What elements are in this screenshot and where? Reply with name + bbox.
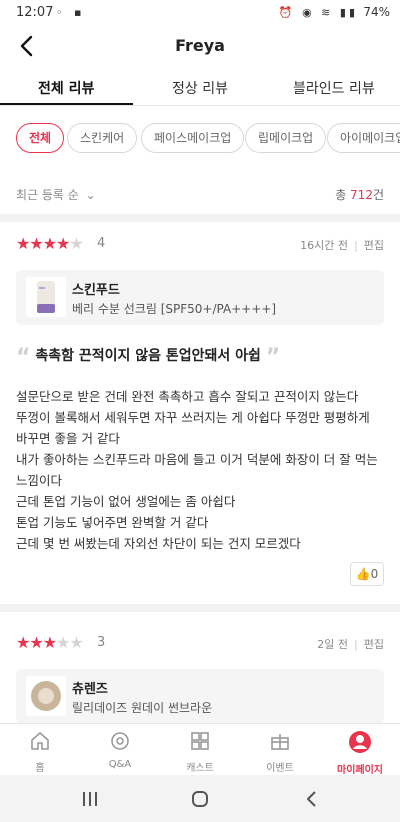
rating-number: 4 <box>97 236 106 251</box>
system-navigation-bar <box>0 775 400 822</box>
like-count: 0 <box>370 567 379 581</box>
user-icon <box>349 731 371 753</box>
total-count: 총 712건 <box>335 186 384 203</box>
product-thumbnail <box>26 676 66 716</box>
product-card[interactable]: 츄렌즈 릴리데이즈 원데이 썬브라운 <box>16 669 384 724</box>
review-time: 2일 전 <box>317 638 349 651</box>
status-time: 12:07 <box>16 5 54 20</box>
section-divider <box>0 604 400 612</box>
star-icon: ★ <box>69 633 83 652</box>
star-icon: ★ <box>16 633 30 652</box>
nav-label: 홈 <box>35 763 45 774</box>
product-name: 릴리데이즈 원데이 썬브라운 <box>72 701 213 715</box>
star-icon: ★ <box>16 234 30 253</box>
nav-mypage[interactable]: 마이페이지 <box>325 730 395 776</box>
product-name: 베리 수분 선크림 [SPF50+/PA++++] <box>72 302 277 316</box>
battery-level: 74% <box>363 5 390 19</box>
qa-icon <box>111 732 129 750</box>
review-time: 16시간 전 <box>300 239 349 252</box>
star-icon: ★ <box>42 234 57 253</box>
thumbs-up-icon: 👍 <box>355 567 371 581</box>
review-meta: 16시간 전 | 편집 <box>300 239 384 252</box>
star-rating: ★★★★★ <box>16 633 84 652</box>
nav-label: 마이페이지 <box>337 765 383 776</box>
notification-icons: ◦ ▪ <box>56 6 86 19</box>
tab-normal-reviews[interactable]: 정상 리뷰 <box>172 78 228 98</box>
review-body-line: 뚜껑이 볼록해서 세워두면 자꾸 쓰러지는 게 아쉽다 뚜껑만 평평하게 <box>16 410 370 425</box>
total-prefix: 총 <box>335 188 351 202</box>
bottom-navigation: 홈 Q&A 캐스트 이벤트 마이페이지 <box>0 723 400 776</box>
nav-label: Q&A <box>108 759 132 770</box>
star-icon: ★ <box>42 633 57 652</box>
total-number: 712 <box>350 188 373 202</box>
edit-link[interactable]: 편집 <box>364 638 384 651</box>
star-icon: ★ <box>29 633 43 652</box>
nav-label: 이벤트 <box>266 763 294 774</box>
chip-eye-makeup[interactable]: 아이메이크업 <box>327 123 400 153</box>
review-tabs: 전체 리뷰 정상 리뷰 블라인드 리뷰 <box>0 66 400 106</box>
product-card[interactable]: 스킨푸드 베리 수분 선크림 [SPF50+/PA++++] <box>16 270 384 325</box>
nav-home[interactable]: 홈 <box>5 730 75 774</box>
section-divider <box>0 214 400 222</box>
tab-blind-reviews[interactable]: 블라인드 리뷰 <box>293 78 375 98</box>
recent-apps-icon[interactable] <box>80 789 100 809</box>
nav-event[interactable]: 이벤트 <box>245 730 315 774</box>
gift-icon <box>271 734 289 750</box>
edit-link[interactable]: 편집 <box>364 239 384 252</box>
status-bar: 12:07 ◦ ▪ ⏰ ◉ ≋ ▮▮ 74% <box>0 0 400 26</box>
review-meta: 2일 전 | 편집 <box>317 638 384 651</box>
nav-label: 캐스트 <box>186 763 214 774</box>
review-body-line: 근데 톤업 기능이 없어 생얼에는 좀 아쉽다 <box>16 494 236 509</box>
sort-label: 최근 등록 순 <box>16 188 79 202</box>
star-icon: ★ <box>69 234 83 253</box>
review-headline: “ 촉촉함 끈적이지 않음 톤업안돼서 아쉽 ” <box>16 345 280 370</box>
review-headline-text: 촉촉함 끈적이지 않음 톤업안돼서 아쉽 <box>35 348 261 364</box>
tab-all-reviews[interactable]: 전체 리뷰 <box>38 78 94 98</box>
star-icon: ★ <box>29 234 43 253</box>
nav-cast[interactable]: 캐스트 <box>165 730 235 774</box>
system-back-icon[interactable] <box>302 789 322 809</box>
star-icon: ★ <box>56 633 70 652</box>
app-header: Freya <box>0 26 400 66</box>
star-rating: ★★★★★ <box>16 234 84 253</box>
chip-lip-makeup[interactable]: 립메이크업 <box>245 123 327 153</box>
system-icons: ⏰ ◉ ≋ ▮▮ <box>278 6 358 19</box>
close-quote-icon: ” <box>265 345 281 370</box>
page-title: Freya <box>175 36 225 55</box>
star-icon: ★ <box>56 234 70 253</box>
total-suffix: 건 <box>372 188 384 202</box>
review-body-line: 느낌이다 <box>16 473 63 488</box>
chevron-down-icon: ⌄ <box>85 188 96 202</box>
product-brand: 스킨푸드 <box>72 283 120 298</box>
chip-face-makeup[interactable]: 페이스메이크업 <box>141 123 245 153</box>
review-body-line: 근데 몇 번 써봤는데 자외선 차단이 되는 건지 모르겠다 <box>16 536 301 551</box>
like-button[interactable]: 👍0 <box>350 562 384 586</box>
active-tab-indicator <box>0 103 133 105</box>
open-quote-icon: “ <box>16 345 31 370</box>
review-body-line: 바꾸면 좋을 거 같다 <box>16 431 120 446</box>
nav-qa[interactable]: Q&A <box>85 730 155 770</box>
chip-all[interactable]: 전체 <box>16 123 65 153</box>
product-thumbnail <box>26 277 66 317</box>
product-brand: 츄렌즈 <box>72 682 108 697</box>
chip-skincare[interactable]: 스킨케어 <box>67 123 138 153</box>
review-body-line: 톤업 기능도 넣어주면 완벽할 거 같다 <box>16 515 209 530</box>
review-body-line: 내가 좋아하는 스킨푸드라 마음에 들고 이거 덕분에 화장이 더 잘 먹는 <box>16 452 378 467</box>
grid-icon <box>191 732 209 750</box>
sort-dropdown[interactable]: 최근 등록 순 ⌄ <box>16 186 96 203</box>
home-button-icon[interactable] <box>190 789 210 809</box>
home-icon <box>31 732 49 750</box>
review-body-line: 설문단으로 받은 건데 완전 촉촉하고 흡수 잘되고 끈적이지 않는다 <box>16 389 359 404</box>
rating-number: 3 <box>97 635 106 650</box>
